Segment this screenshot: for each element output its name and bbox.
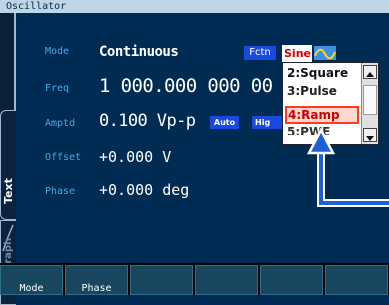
softkey-6[interactable] <box>325 265 388 295</box>
annotation-arrow-icon <box>306 127 389 207</box>
softkey-bar: Mode Phase <box>0 263 389 295</box>
softkey-mode[interactable]: Mode <box>0 265 63 295</box>
softkey-phase[interactable]: Phase <box>65 265 128 295</box>
softkey-3[interactable] <box>130 265 193 295</box>
softkey-4[interactable] <box>195 265 258 295</box>
softkey-5[interactable] <box>260 265 323 295</box>
